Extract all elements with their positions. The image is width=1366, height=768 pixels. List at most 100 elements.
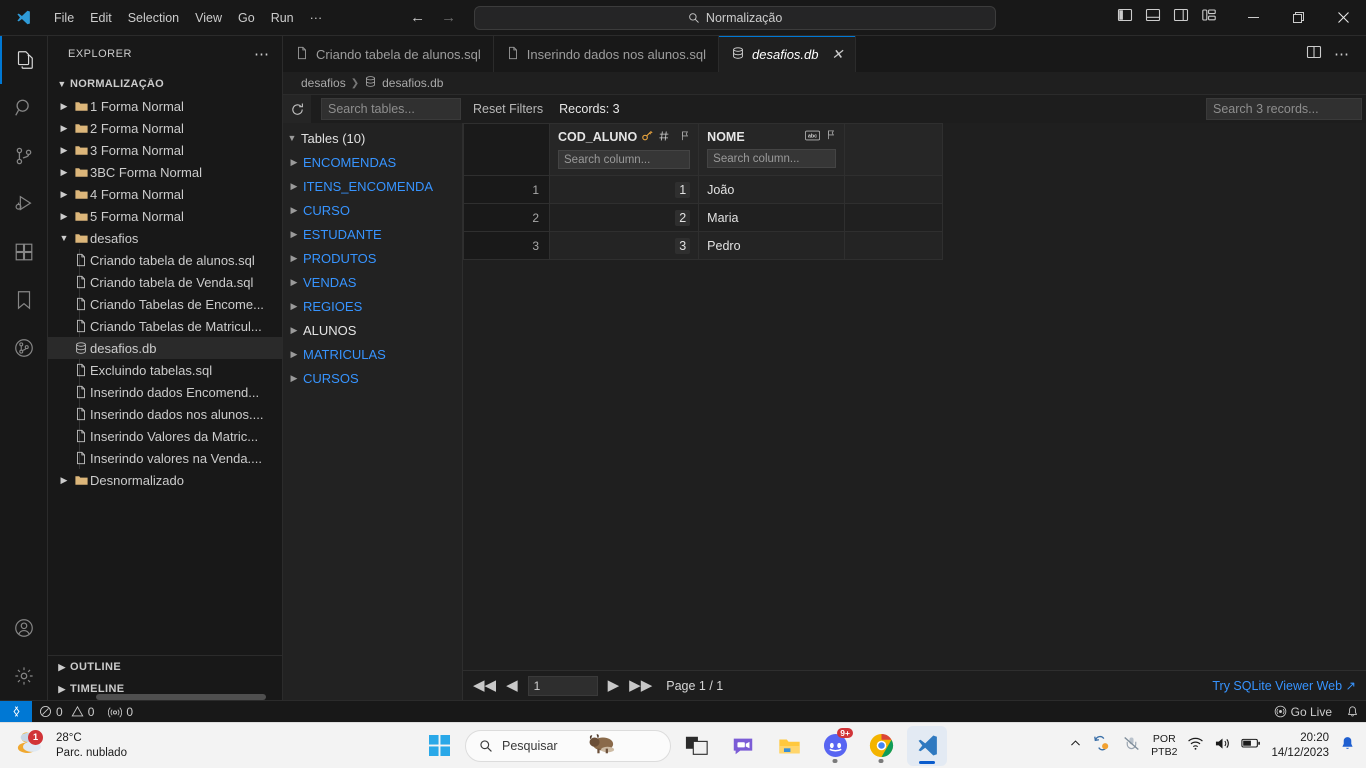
cell-cod-aluno[interactable]: 3 — [548, 231, 700, 260]
reset-filters-button[interactable]: Reset Filters — [465, 95, 551, 123]
refresh-icon[interactable] — [283, 95, 311, 123]
activity-source-control-icon[interactable] — [0, 132, 48, 180]
customize-layout-icon[interactable] — [1201, 7, 1217, 28]
remote-window-icon[interactable] — [0, 700, 32, 723]
sidebar-horizontal-scrollbar[interactable] — [96, 694, 282, 700]
activity-settings-icon[interactable] — [0, 652, 48, 700]
chrome-icon[interactable] — [861, 726, 901, 766]
explorer-more-actions-icon[interactable]: ⋯ — [254, 45, 274, 63]
folder-desafios[interactable]: ▼ desafios — [48, 227, 282, 249]
pin-icon[interactable] — [824, 129, 836, 144]
file-excluindo-tabelas-sql[interactable]: Excluindo tabelas.sql — [48, 359, 282, 381]
table-item-produtos[interactable]: ▶ PRODUTOS — [283, 246, 462, 270]
activity-run-debug-icon[interactable] — [0, 180, 48, 228]
file-inserindo-dados-encomendas-sql[interactable]: Inserindo dados Encomend... — [48, 381, 282, 403]
table-item-encomendas[interactable]: ▶ ENCOMENDAS — [283, 150, 462, 174]
folder-3bc-forma-normal[interactable]: ▶ 3BC Forma Normal — [48, 161, 282, 183]
file-criando-tabelas-de-matriculas-sql[interactable]: Criando Tabelas de Matricul... — [48, 315, 282, 337]
tab-desafios-db[interactable]: desafios.db ✕ — [719, 36, 857, 72]
table-item-regioes[interactable]: ▶ REGIOES — [283, 294, 462, 318]
activity-extensions-icon[interactable] — [0, 228, 48, 276]
task-view-icon[interactable] — [677, 726, 717, 766]
file-criando-tabela-de-alunos-sql[interactable]: Criando tabela de alunos.sql — [48, 249, 282, 271]
close-icon[interactable]: ✕ — [832, 47, 844, 61]
table-item-matriculas[interactable]: ▶ MATRICULAS — [283, 342, 462, 366]
tree-root-normalizacao[interactable]: ▼ NORMALIZAÇÃO — [48, 73, 282, 95]
chat-icon[interactable] — [723, 726, 763, 766]
activity-accounts-icon[interactable] — [0, 604, 48, 652]
last-page-icon[interactable]: ▶▶ — [629, 678, 652, 693]
status-go-live[interactable]: Go Live — [1267, 701, 1339, 723]
data-grid-scroll[interactable]: COD_ALUNO Search column... NOME abc Sear… — [463, 123, 1366, 670]
toggle-primary-sidebar-icon[interactable] — [1117, 7, 1133, 28]
status-notifications[interactable] — [1339, 701, 1366, 723]
next-page-icon[interactable]: ▶ — [608, 678, 620, 693]
file-inserindo-valores-na-venda-sql[interactable]: Inserindo valores na Venda.... — [48, 447, 282, 469]
vscode-taskbar-icon[interactable] — [907, 725, 947, 766]
column-filter-nome[interactable] — [707, 149, 837, 168]
table-item-estudante[interactable]: ▶ ESTUDANTE — [283, 222, 462, 246]
table-item-alunos[interactable]: ▶ ALUNOS — [283, 318, 462, 342]
tab-inserindo-dados-nos-alunos-sql[interactable]: Inserindo dados nos alunos.sql — [493, 36, 720, 72]
activity-bookmarks-icon[interactable] — [0, 276, 48, 324]
tables-group-header[interactable]: ▼ Tables (10) — [283, 126, 462, 150]
quick-search-bar[interactable]: Normalização — [474, 5, 997, 30]
status-ports[interactable]: 0 — [101, 701, 140, 723]
arrow-right-icon[interactable]: → — [441, 10, 456, 25]
page-number-input[interactable] — [527, 675, 598, 696]
menu-file[interactable]: File — [46, 7, 82, 29]
cell-nome[interactable]: Pedro — [698, 231, 846, 260]
cell-nome[interactable]: Maria — [698, 203, 846, 232]
breadcrumb-item-folder[interactable]: desafios — [301, 76, 346, 90]
first-page-icon[interactable]: ◀◀ — [473, 678, 496, 693]
discord-icon[interactable]: 9+ — [815, 726, 855, 766]
window-maximize-button[interactable] — [1276, 0, 1321, 36]
column-header-nome[interactable]: NOME abc — [698, 123, 846, 176]
split-editor-icon[interactable] — [1306, 44, 1322, 65]
folder-5-forma-normal[interactable]: ▶ 5 Forma Normal — [48, 205, 282, 227]
table-item-cursos[interactable]: ▶ CURSOS — [283, 366, 462, 390]
table-item-curso[interactable]: ▶ CURSO — [283, 198, 462, 222]
taskbar-search-box[interactable]: Pesquisar — [465, 729, 671, 762]
folder-desnormalizado[interactable]: ▶ Desnormalizado — [48, 469, 282, 491]
toggle-secondary-sidebar-icon[interactable] — [1173, 7, 1189, 28]
folder-1-forma-normal[interactable]: ▶ 1 Forma Normal — [48, 95, 282, 117]
pin-icon[interactable] — [678, 130, 690, 145]
activity-explorer-icon[interactable] — [0, 36, 48, 84]
table-search-input[interactable] — [321, 98, 461, 120]
file-inserindo-valores-da-matricula-sql[interactable]: Inserindo Valores da Matric... — [48, 425, 282, 447]
section-outline[interactable]: ▶ OUTLINE — [48, 656, 282, 678]
column-filter-cod-aluno[interactable] — [558, 150, 691, 169]
menu-view[interactable]: View — [187, 7, 230, 29]
cell-cod-aluno[interactable]: 2 — [548, 203, 700, 232]
try-sqlite-viewer-web-link[interactable]: Try SQLite Viewer Web ↗ — [1212, 678, 1356, 693]
table-row[interactable]: 1 1 João — [463, 175, 944, 204]
cell-nome[interactable]: João — [698, 175, 846, 204]
toggle-panel-icon[interactable] — [1145, 7, 1161, 28]
table-item-itens-encomenda[interactable]: ▶ ITENS_ENCOMENDA — [283, 174, 462, 198]
file-criando-tabelas-de-encomendas-sql[interactable]: Criando Tabelas de Encome... — [48, 293, 282, 315]
menu-edit[interactable]: Edit — [82, 7, 120, 29]
file-criando-tabela-de-venda-sql[interactable]: Criando tabela de Venda.sql — [48, 271, 282, 293]
folder-2-forma-normal[interactable]: ▶ 2 Forma Normal — [48, 117, 282, 139]
editor-more-actions-icon[interactable]: ⋯ — [1334, 45, 1354, 63]
status-problems[interactable]: 0 0 — [32, 701, 101, 723]
table-row[interactable]: 2 2 Maria — [463, 203, 944, 232]
prev-page-icon[interactable]: ◀ — [506, 678, 518, 693]
menu-more[interactable]: ··· — [302, 7, 331, 29]
folder-4-forma-normal[interactable]: ▶ 4 Forma Normal — [48, 183, 282, 205]
folder-3-forma-normal[interactable]: ▶ 3 Forma Normal — [48, 139, 282, 161]
menu-selection[interactable]: Selection — [120, 7, 187, 29]
breadcrumb-item-file[interactable]: desafios.db — [382, 76, 443, 90]
arrow-left-icon[interactable]: ← — [410, 10, 425, 25]
window-minimize-button[interactable] — [1231, 0, 1276, 36]
file-desafios-db[interactable]: desafios.db — [48, 337, 282, 359]
start-button-icon[interactable] — [419, 726, 459, 766]
menu-run[interactable]: Run — [263, 7, 302, 29]
table-item-vendas[interactable]: ▶ VENDAS — [283, 270, 462, 294]
column-header-cod-aluno[interactable]: COD_ALUNO — [548, 123, 700, 176]
activity-search-icon[interactable] — [0, 84, 48, 132]
cell-cod-aluno[interactable]: 1 — [548, 175, 700, 204]
file-inserindo-dados-nos-alunos-sql[interactable]: Inserindo dados nos alunos.... — [48, 403, 282, 425]
table-row[interactable]: 3 3 Pedro — [463, 231, 944, 260]
